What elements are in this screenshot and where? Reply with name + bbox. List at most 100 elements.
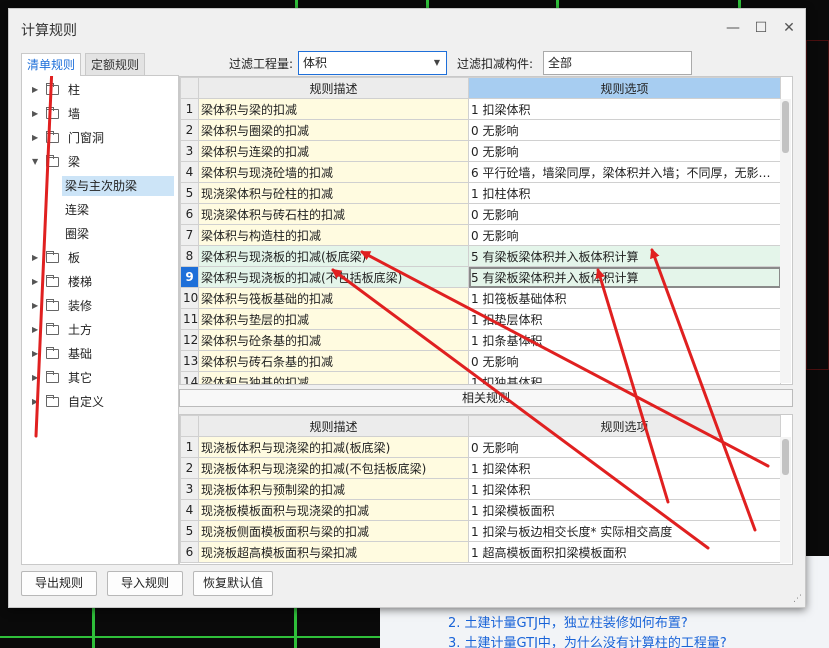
table-row[interactable]: 6 现浇板超高模板面积与梁扣减 1 超高模板面积扣梁模板面积 [180, 541, 781, 563]
help-link[interactable]: 3. 土建计量GTJ中，为什么没有计算柱的工程量? [448, 632, 727, 648]
rule-option-cell[interactable]: 1 扣梁与板边相交长度* 实际相交高度 [468, 520, 781, 542]
tree-item-decoration[interactable]: ▶ 装修 [22, 296, 178, 316]
tree-child-link-beam[interactable]: 连梁 [62, 200, 92, 220]
table-row[interactable]: 5 现浇梁体积与砼柱的扣减 1 扣柱体积 [180, 182, 781, 204]
table-row[interactable]: 7 梁体积与构造柱的扣减 0 无影响 [180, 224, 781, 246]
tab-bill-rules[interactable]: 清单规则 [21, 53, 82, 76]
table-row[interactable]: 14 梁体积与独基的扣减 1 扣独基体积 [180, 371, 781, 384]
rule-option-cell[interactable]: 0 无影响 [468, 436, 781, 458]
chevron-right-icon[interactable]: ▶ [32, 272, 38, 292]
rule-option-cell[interactable]: 1 扣梁体积 [468, 457, 781, 479]
scroll-thumb[interactable] [782, 101, 789, 153]
row-number: 11 [180, 308, 199, 330]
tree-item-stairs[interactable]: ▶ 楼梯 [22, 272, 178, 292]
chevron-right-icon[interactable]: ▶ [32, 368, 38, 388]
rule-option-cell[interactable]: 1 扣梁模板面积 [468, 499, 781, 521]
table-row[interactable]: 2 现浇板体积与现浇梁的扣减(不包括板底梁) 1 扣梁体积 [180, 457, 781, 479]
chevron-right-icon[interactable]: ▶ [32, 344, 38, 364]
col-opt-header: 规则选项 [468, 415, 781, 437]
row-number: 9 [180, 266, 199, 288]
chevron-right-icon[interactable]: ▶ [32, 392, 38, 412]
table-row[interactable]: 6 现浇梁体积与砖石柱的扣减 0 无影响 [180, 203, 781, 225]
table-row[interactable]: 3 梁体积与连梁的扣减 0 无影响 [180, 140, 781, 162]
folder-icon [46, 395, 59, 407]
rule-option-cell[interactable]: 1 扣梁体积 [468, 98, 781, 120]
tree-item-column[interactable]: ▶ 柱 [22, 80, 178, 100]
filter-quantity-label: 过滤工程量: [229, 57, 294, 71]
minimize-button[interactable]: — [723, 18, 743, 38]
vertical-scrollbar[interactable] [780, 99, 791, 383]
row-number: 7 [180, 224, 199, 246]
tree-child-ring-beam[interactable]: 圈梁 [62, 224, 92, 244]
rule-option-cell[interactable]: 1 超高模板面积扣梁模板面积 [468, 541, 781, 563]
rule-option-cell[interactable]: 1 扣独基体积 [468, 371, 781, 384]
table-row[interactable]: 10 梁体积与筏板基础的扣减 1 扣筏板基础体积 [180, 287, 781, 309]
rule-option-cell[interactable]: 1 扣条基体积 [468, 329, 781, 351]
folder-icon [46, 83, 59, 95]
table-row[interactable]: 11 梁体积与垫层的扣减 1 扣垫层体积 [180, 308, 781, 330]
rule-option-cell[interactable]: 1 扣筏板基础体积 [468, 287, 781, 309]
table-row[interactable]: 1 梁体积与梁的扣减 1 扣梁体积 [180, 98, 781, 120]
chevron-right-icon[interactable]: ▶ [32, 296, 38, 316]
row-number: 4 [180, 499, 199, 521]
resize-grip-icon[interactable]: ⋰ [793, 594, 802, 604]
rule-option-cell[interactable]: 6 平行砼墙，墙梁同厚，梁体积并入墙；不同厚，无影… [468, 161, 781, 183]
table-row[interactable]: 1 现浇板体积与现浇梁的扣减(板底梁) 0 无影响 [180, 436, 781, 458]
close-button[interactable]: ✕ [779, 18, 799, 38]
maximize-button[interactable]: ☐ [751, 18, 771, 38]
rule-option-cell[interactable]: 5 有梁板梁体积并入板体积计算 [468, 245, 781, 267]
help-link[interactable]: 2. 土建计量GTJ中，独立柱装修如何布置? [448, 612, 688, 631]
rule-option-cell[interactable]: 0 无影响 [468, 140, 781, 162]
rule-description: 现浇板体积与现浇梁的扣减(板底梁) [198, 436, 469, 458]
chevron-right-icon[interactable]: ▶ [32, 248, 38, 268]
rule-option-cell[interactable]: 1 扣梁体积 [468, 478, 781, 500]
chevron-right-icon[interactable]: ▶ [32, 320, 38, 340]
tab-quota-rules[interactable]: 定额规则 [85, 53, 146, 75]
tree-item-door-window[interactable]: ▶ 门窗洞 [22, 128, 178, 148]
table-row[interactable]: 8 梁体积与现浇板的扣减(板底梁) 5 有梁板梁体积并入板体积计算 [180, 245, 781, 267]
tree-item-custom[interactable]: ▶ 自定义 [22, 392, 178, 412]
table-row[interactable]: 12 梁体积与砼条基的扣减 1 扣条基体积 [180, 329, 781, 351]
tree-item-beam[interactable]: ▼ 梁 [22, 152, 178, 172]
rule-option-cell[interactable]: 1 扣柱体积 [468, 182, 781, 204]
rules-table: 规则描述 规则选项 1 梁体积与梁的扣减 1 扣梁体积 2 梁体积与圈梁的扣减 0 无影响… [179, 76, 793, 385]
tree-item-slab[interactable]: ▶ 板 [22, 248, 178, 268]
import-rules-button[interactable]: 导入规则 [107, 571, 183, 596]
tree-item-wall[interactable]: ▶ 墙 [22, 104, 178, 124]
rule-option-cell[interactable]: 0 无影响 [468, 203, 781, 225]
filter-deduct-select[interactable]: 全部 [543, 51, 692, 75]
rule-description: 梁体积与垫层的扣减 [198, 308, 469, 330]
tree-item-other[interactable]: ▶ 其它 [22, 368, 178, 388]
rule-description: 现浇板侧面模板面积与梁的扣减 [198, 520, 469, 542]
chevron-right-icon[interactable]: ▶ [32, 128, 38, 148]
vertical-scrollbar[interactable] [780, 437, 791, 563]
tree-item-earthwork[interactable]: ▶ 土方 [22, 320, 178, 340]
export-rules-button[interactable]: 导出规则 [21, 571, 97, 596]
col-opt-header: 规则选项 [468, 77, 781, 99]
rule-option-cell[interactable]: 0 无影响 [468, 224, 781, 246]
row-number: 12 [180, 329, 199, 351]
rule-option-cell[interactable]: 1 扣垫层体积 [468, 308, 781, 330]
scroll-thumb[interactable] [782, 439, 789, 475]
rule-option-cell[interactable]: 0 无影响 [468, 119, 781, 141]
tree-item-foundation[interactable]: ▶ 基础 [22, 344, 178, 364]
table-row[interactable]: 2 梁体积与圈梁的扣减 0 无影响 [180, 119, 781, 141]
chevron-right-icon[interactable]: ▶ [32, 104, 38, 124]
table-row[interactable]: 4 梁体积与现浇砼墙的扣减 6 平行砼墙，墙梁同厚，梁体积并入墙；不同厚，无影… [180, 161, 781, 183]
row-number: 3 [180, 140, 199, 162]
rule-description: 梁体积与现浇砼墙的扣减 [198, 161, 469, 183]
filter-quantity-select[interactable]: 体积 ▼ [298, 51, 447, 75]
table-row[interactable]: 13 梁体积与砖石条基的扣减 0 无影响 [180, 350, 781, 372]
rule-option-cell[interactable]: 0 无影响 [468, 350, 781, 372]
chevron-down-icon[interactable]: ▼ [32, 152, 38, 172]
table-row[interactable]: 3 现浇板体积与预制梁的扣减 1 扣梁体积 [180, 478, 781, 500]
folder-icon [46, 131, 59, 143]
restore-defaults-button[interactable]: 恢复默认值 [193, 571, 273, 596]
table-row[interactable]: 9 梁体积与现浇板的扣减(不包括板底梁) 5 有梁板梁体积并入板体积计算 [180, 266, 781, 288]
tree-child-main-beam[interactable]: 梁与主次肋梁 [62, 176, 174, 196]
table-row[interactable]: 5 现浇板侧面模板面积与梁的扣减 1 扣梁与板边相交长度* 实际相交高度 [180, 520, 781, 542]
table-row[interactable]: 4 现浇板模板面积与现浇梁的扣减 1 扣梁模板面积 [180, 499, 781, 521]
chevron-right-icon[interactable]: ▶ [32, 80, 38, 100]
row-number: 4 [180, 161, 199, 183]
rule-option-cell[interactable]: 5 有梁板梁体积并入板体积计算 [468, 266, 781, 288]
